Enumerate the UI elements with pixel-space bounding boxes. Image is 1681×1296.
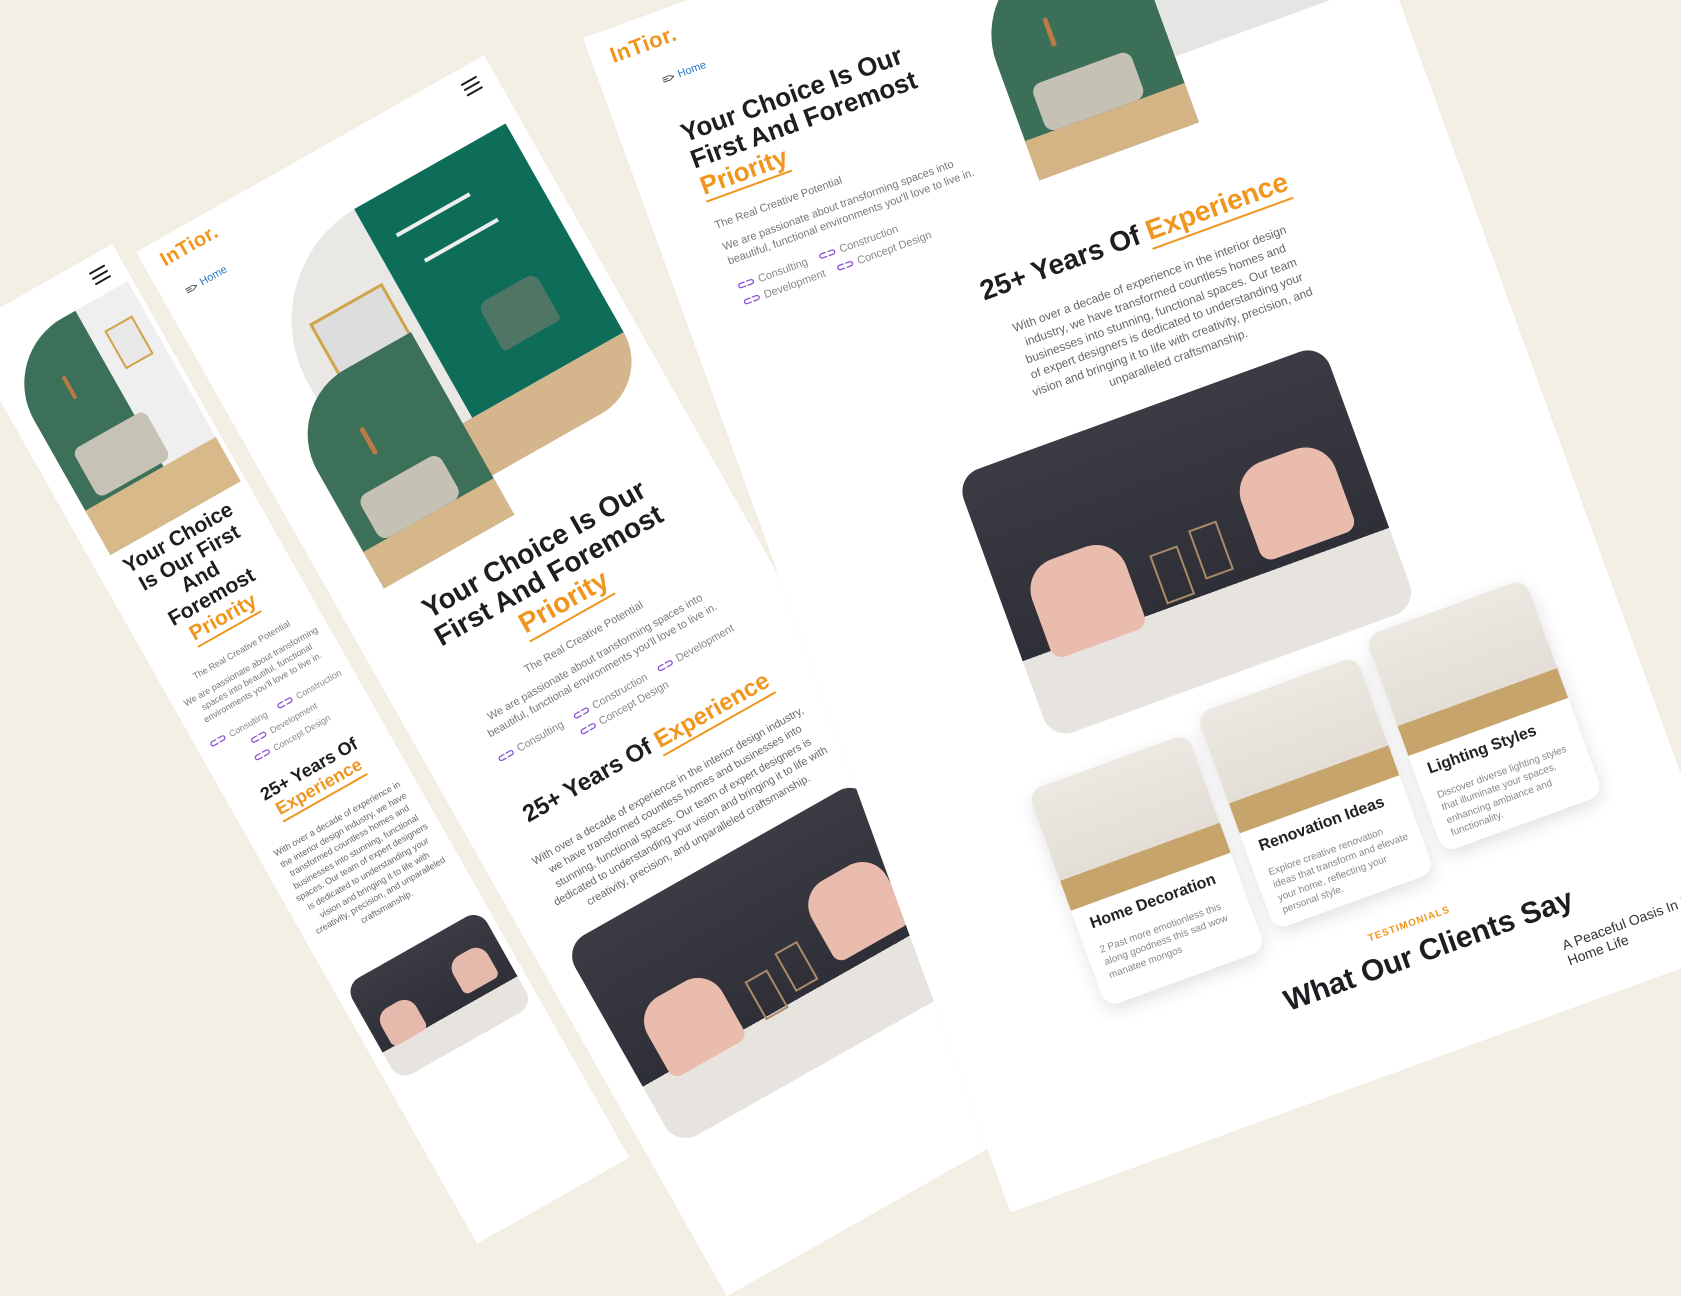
- link-icon: ⊂⊃: [207, 731, 230, 751]
- link-icon: ⊂⊃: [741, 291, 763, 309]
- hamburger-menu-icon[interactable]: [88, 264, 112, 286]
- testimonial-preview-title: A Peaceful Oasis In My Home Life: [1559, 888, 1681, 969]
- link-icon: ⊂⊃: [735, 275, 757, 293]
- link-icon: ⊂⊃: [834, 257, 857, 275]
- breadcrumb-home[interactable]: Home: [676, 59, 708, 80]
- breadcrumb[interactable]: ≡> Home: [182, 263, 229, 298]
- breadcrumb-home[interactable]: Home: [198, 263, 229, 288]
- breadcrumb[interactable]: ≡> Home: [660, 58, 708, 87]
- hamburger-menu-icon[interactable]: [460, 75, 484, 97]
- link-icon: ⊂⊃: [251, 745, 274, 765]
- brand-logo[interactable]: InTior.: [607, 21, 681, 69]
- link-icon: ⊂⊃: [654, 656, 677, 676]
- link-icon: ⊂⊃: [816, 245, 839, 264]
- link-icon: ⊂⊃: [577, 719, 600, 739]
- menu-arrow-icon: ≡>: [659, 69, 676, 88]
- link-icon: ⊂⊃: [495, 746, 518, 766]
- menu-arrow-icon: ≡>: [182, 279, 200, 298]
- brand-logo[interactable]: InTior.: [157, 221, 223, 272]
- armchairs-image: [344, 909, 534, 1082]
